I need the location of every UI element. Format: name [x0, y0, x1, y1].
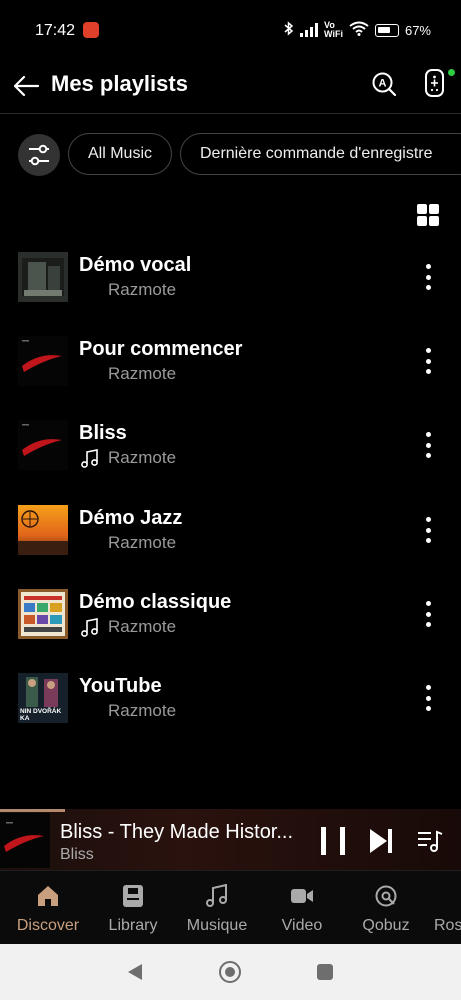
playlist-owner: Razmote [108, 448, 177, 467]
more-options-icon[interactable] [420, 432, 436, 458]
playlist-title: Démo vocal [79, 254, 192, 276]
playlist-owner: Razmote [108, 701, 177, 720]
page-title: Mes playlists [51, 71, 188, 96]
remote-control-icon[interactable] [421, 68, 449, 98]
nav-musique[interactable]: Musique [175, 871, 259, 944]
player-cover-art [0, 813, 50, 868]
more-options-icon[interactable] [420, 264, 436, 290]
playlist-owner: Razmote [108, 533, 177, 552]
list-item[interactable]: Démo vocal Razmote [0, 250, 461, 306]
playback-progress-bar[interactable] [0, 809, 65, 812]
queue-icon[interactable] [417, 829, 443, 853]
now-playing-artist: Bliss [60, 846, 94, 863]
pause-icon[interactable] [321, 827, 345, 855]
list-item[interactable]: Démo Jazz Razmote [0, 503, 461, 559]
battery-icon [374, 23, 399, 37]
home-icon [36, 884, 60, 908]
chip-sort-order[interactable]: Dernière commande d'enregistre [180, 133, 461, 175]
library-icon [121, 884, 145, 908]
video-icon [290, 884, 314, 908]
filter-sliders-icon[interactable] [18, 134, 60, 176]
grid-view-icon[interactable] [417, 204, 439, 226]
playlist-title: Bliss [79, 422, 127, 444]
playlist-title: Démo Jazz [79, 507, 183, 529]
more-options-icon[interactable] [420, 601, 436, 627]
music-note-icon [80, 449, 100, 469]
system-home-icon[interactable] [219, 961, 241, 983]
app-header: Mes playlists A [0, 62, 461, 114]
qobuz-icon [374, 884, 398, 908]
more-options-icon[interactable] [420, 517, 436, 543]
nav-label: Musique [186, 917, 248, 934]
skip-next-icon[interactable] [368, 827, 394, 855]
now-playing-title: Bliss - They Made Histor... [60, 821, 294, 843]
playlist-owner: Razmote [108, 280, 177, 299]
status-icons: Vo WiFi 67% [284, 21, 431, 39]
connection-status-dot [448, 69, 455, 76]
playlist-owner: Razmote [108, 364, 177, 383]
back-arrow-icon[interactable] [12, 72, 40, 100]
playlist-title: YouTube [79, 675, 162, 697]
nav-video[interactable]: Video [260, 871, 344, 944]
cover-art [18, 252, 68, 302]
filter-bar: All Music Dernière commande d'enregistre [18, 133, 461, 177]
list-item[interactable]: Pour commencer Razmote [0, 334, 461, 390]
playlist-owner: Razmote [108, 617, 177, 636]
cover-art [18, 336, 68, 386]
status-bar: 17:42 Vo WiFi 67% [0, 0, 461, 62]
system-navigation-bar [0, 944, 461, 1000]
vowifi-label: Vo WiFi [324, 20, 343, 39]
cover-art [18, 589, 68, 639]
status-time: 17:42 [35, 22, 76, 39]
more-options-icon[interactable] [420, 685, 436, 711]
more-options-icon[interactable] [420, 348, 436, 374]
signal-icon [300, 23, 319, 37]
mini-player[interactable]: Bliss - They Made Histor... Bliss [0, 809, 461, 870]
bluetooth-icon [284, 21, 294, 39]
playlist-title: Pour commencer [79, 338, 243, 360]
music-note-icon [80, 618, 100, 638]
nav-label: Library [108, 917, 158, 934]
battery-percent: 67% [404, 22, 431, 38]
notification-icon [83, 22, 99, 38]
cover-art [18, 505, 68, 555]
nav-discover[interactable]: Discover [6, 871, 90, 944]
wifi-icon [349, 21, 369, 39]
chip-all-music[interactable]: All Music [68, 133, 172, 175]
cover-art: NIN DVOŘÁK KA [18, 673, 68, 723]
nav-library[interactable]: Library [91, 871, 175, 944]
nav-label: Ros [434, 917, 461, 934]
nav-label: Video [281, 917, 323, 934]
system-recents-icon[interactable] [317, 964, 333, 980]
playlist-title: Démo classique [79, 591, 232, 613]
list-item[interactable]: NIN DVOŘÁK KA YouTube Razmote [0, 671, 461, 727]
nav-label: Discover [16, 917, 80, 934]
nav-more[interactable]: Ros [426, 871, 461, 944]
music-note-icon [205, 883, 229, 908]
nav-qobuz[interactable]: Qobuz [344, 871, 428, 944]
nav-label: Qobuz [362, 917, 410, 934]
list-item[interactable]: Démo classique Razmote [0, 587, 461, 643]
search-icon[interactable]: A [370, 70, 398, 98]
cover-art [18, 420, 68, 470]
system-back-icon[interactable] [125, 962, 145, 982]
list-item[interactable]: Bliss Razmote [0, 418, 461, 474]
bottom-navigation: Discover Library Musique Video Qobuz Ros [0, 870, 461, 944]
svg-text:A: A [379, 78, 387, 90]
